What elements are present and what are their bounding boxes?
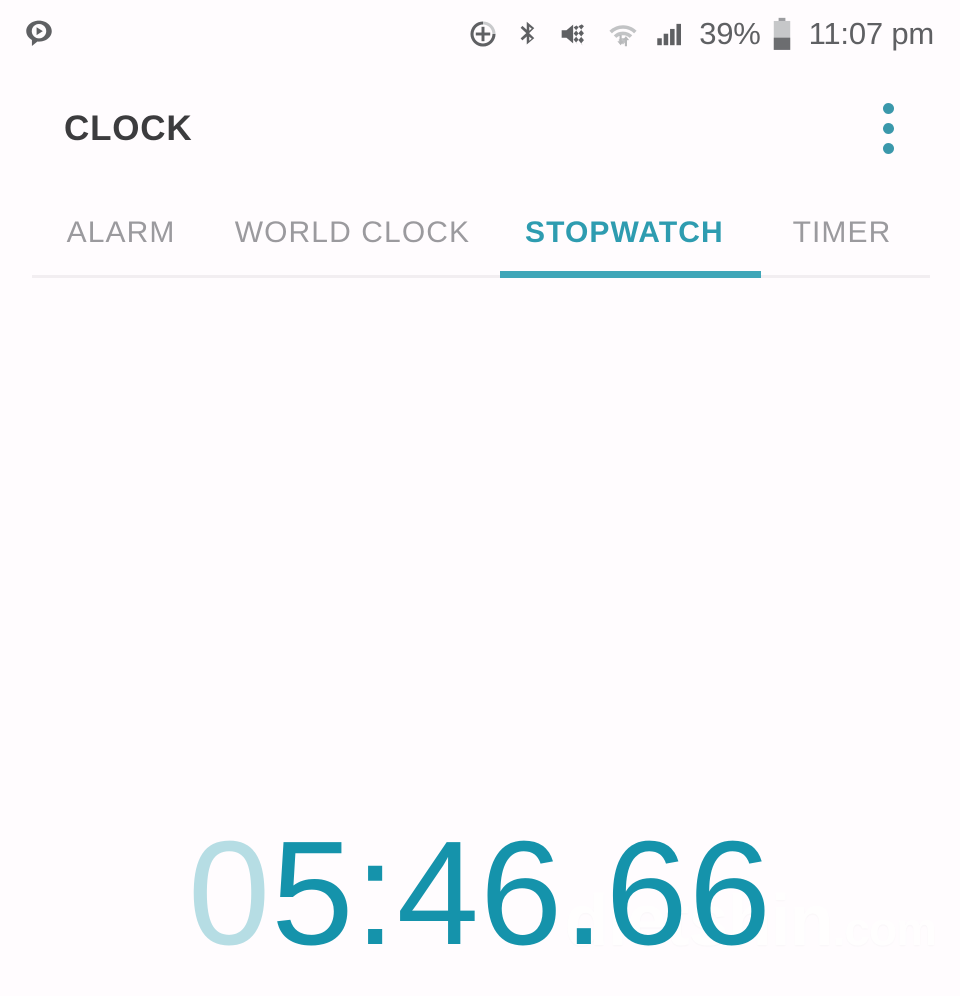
tab-label: STOPWATCH (525, 216, 724, 249)
mute-vibrate-icon (557, 18, 593, 50)
tab-label: ALARM (66, 216, 176, 249)
status-bar: 39% 11:07 pm (0, 0, 960, 68)
stopwatch-elapsed-value: 5:46.66 (271, 811, 773, 976)
tab-alarm[interactable]: ALARM (32, 188, 210, 278)
battery-percentage: 39% (699, 16, 761, 51)
status-bar-system-icons: 39% 11:07 pm (467, 16, 934, 52)
tab-active-indicator (500, 271, 761, 278)
tab-stopwatch[interactable]: STOPWATCH (495, 188, 754, 278)
signal-icon (653, 18, 685, 50)
overflow-dot-icon (882, 102, 894, 114)
tab-world-clock[interactable]: WORLD CLOCK (210, 188, 495, 278)
overflow-menu-button[interactable] (862, 92, 914, 164)
tab-bar: ALARM WORLD CLOCK STOPWATCH TIMER (0, 188, 960, 278)
tab-label: WORLD CLOCK (234, 216, 471, 249)
power-saving-icon (467, 18, 499, 50)
page-title: CLOCK (64, 108, 193, 148)
stopwatch-leading-zero: 0 (187, 811, 272, 976)
message-play-icon (22, 17, 56, 51)
tab-timer[interactable]: TIMER (754, 188, 930, 278)
tab-label: TIMER (792, 216, 892, 249)
overflow-dot-icon (882, 142, 894, 154)
overflow-dot-icon (882, 122, 894, 134)
wifi-icon (607, 18, 639, 50)
stopwatch-panel: dietshin.com 05:46.66 (0, 278, 960, 996)
battery-icon (771, 17, 793, 51)
bluetooth-icon (513, 18, 543, 50)
status-bar-clock: 11:07 pm (808, 16, 935, 51)
app-bar: CLOCK (0, 68, 960, 188)
stopwatch-time-display: 05:46.66 (0, 820, 960, 968)
status-bar-notifications (22, 17, 56, 51)
